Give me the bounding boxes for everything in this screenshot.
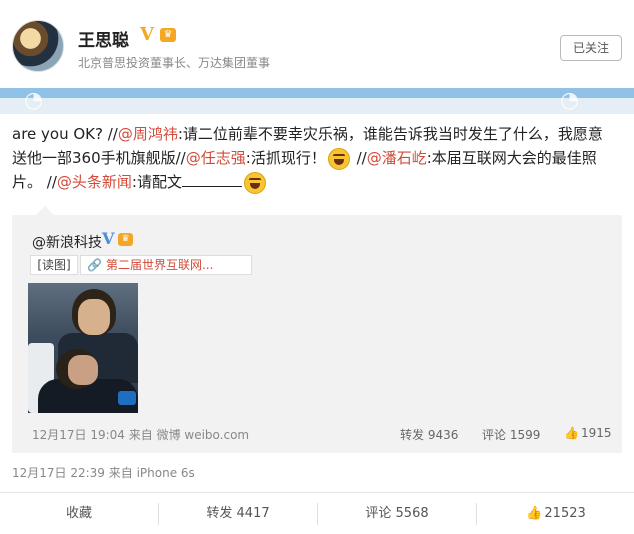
- mention-link[interactable]: @任志强: [186, 149, 246, 167]
- photo-person-sleeping-face: [68, 355, 98, 385]
- action-bar: 收藏 转发 4417 评论 5568 👍 21523: [0, 492, 634, 534]
- weibo-logo-icon: ◔: [24, 88, 44, 113]
- like-count-value: 1915: [580, 426, 612, 440]
- avatar[interactable]: [12, 20, 64, 72]
- like-button[interactable]: 👍 21523: [477, 493, 634, 534]
- weibo-logo-icon: ◔: [560, 88, 580, 113]
- repost-card[interactable]: @新浪科技 V ♛ [读图] 🔗 第二届世界互联网... 12月17日 19:04…: [12, 215, 622, 453]
- post-meta: 12月17日 22:39 来自 iPhone 6s: [12, 466, 195, 480]
- user-header: 王思聪 V ♛ 北京普思投资董事长、万达集团董事 已关注: [0, 0, 634, 88]
- mention-link[interactable]: @头条新闻: [57, 173, 132, 191]
- watermark-logo-icon: [118, 391, 136, 405]
- post-text: are you OK? //@周鸿祎:请二位前辈不要幸灾乐祸，谁能告诉我当时发生…: [12, 122, 612, 194]
- laugh-emoji-icon: [243, 171, 266, 194]
- verified-badge-icon: V: [102, 229, 115, 248]
- laugh-emoji-icon: [327, 147, 350, 170]
- article-link[interactable]: 🔗 第二届世界互联网...: [80, 255, 252, 275]
- fill-in-blank-line: [181, 173, 242, 187]
- post-text-segment: :活抓现行！: [245, 149, 326, 167]
- post-text-segment: //: [351, 149, 367, 167]
- user-bio: 北京普思投资董事长、万达集团董事: [78, 56, 271, 70]
- link-icon: 🔗: [87, 258, 102, 272]
- post-text-segment: :请配文: [131, 173, 182, 191]
- article-link-text: 第二届世界互联网...: [105, 258, 214, 272]
- thumbs-up-icon: 👍: [564, 426, 579, 440]
- mention-link[interactable]: @周鸿祎: [118, 125, 178, 143]
- verified-badge-icon: V: [140, 24, 154, 45]
- comment-count[interactable]: 评论 1599: [482, 426, 540, 443]
- favorite-button[interactable]: 收藏: [0, 493, 158, 534]
- comment-button[interactable]: 评论 5568: [318, 493, 476, 534]
- repost-count[interactable]: 转发 9436: [400, 426, 458, 443]
- card-pointer: [36, 206, 54, 215]
- like-button-count: 21523: [544, 506, 586, 521]
- repost-meta: 12月17日 19:04 来自 微博 weibo.com: [32, 428, 250, 442]
- vip-crown-icon: ♛: [160, 28, 176, 42]
- mention-link[interactable]: @潘石屹: [367, 149, 427, 167]
- thumbs-up-icon: 👍: [526, 506, 543, 521]
- repost-button[interactable]: 转发 4417: [159, 493, 317, 534]
- read-image-tag: [读图]: [30, 255, 78, 275]
- header-banner: ◔ ◔: [0, 88, 634, 114]
- like-count[interactable]: 👍 1915: [564, 426, 612, 440]
- vip-crown-icon: ♛: [118, 233, 133, 246]
- repost-author[interactable]: @新浪科技: [32, 232, 102, 252]
- follow-button[interactable]: 已关注: [560, 35, 622, 61]
- photo-person-standing-face: [78, 299, 110, 335]
- post-text-segment: are you OK? //: [12, 125, 118, 143]
- post-photo[interactable]: [28, 283, 138, 413]
- user-name[interactable]: 王思聪: [78, 26, 129, 51]
